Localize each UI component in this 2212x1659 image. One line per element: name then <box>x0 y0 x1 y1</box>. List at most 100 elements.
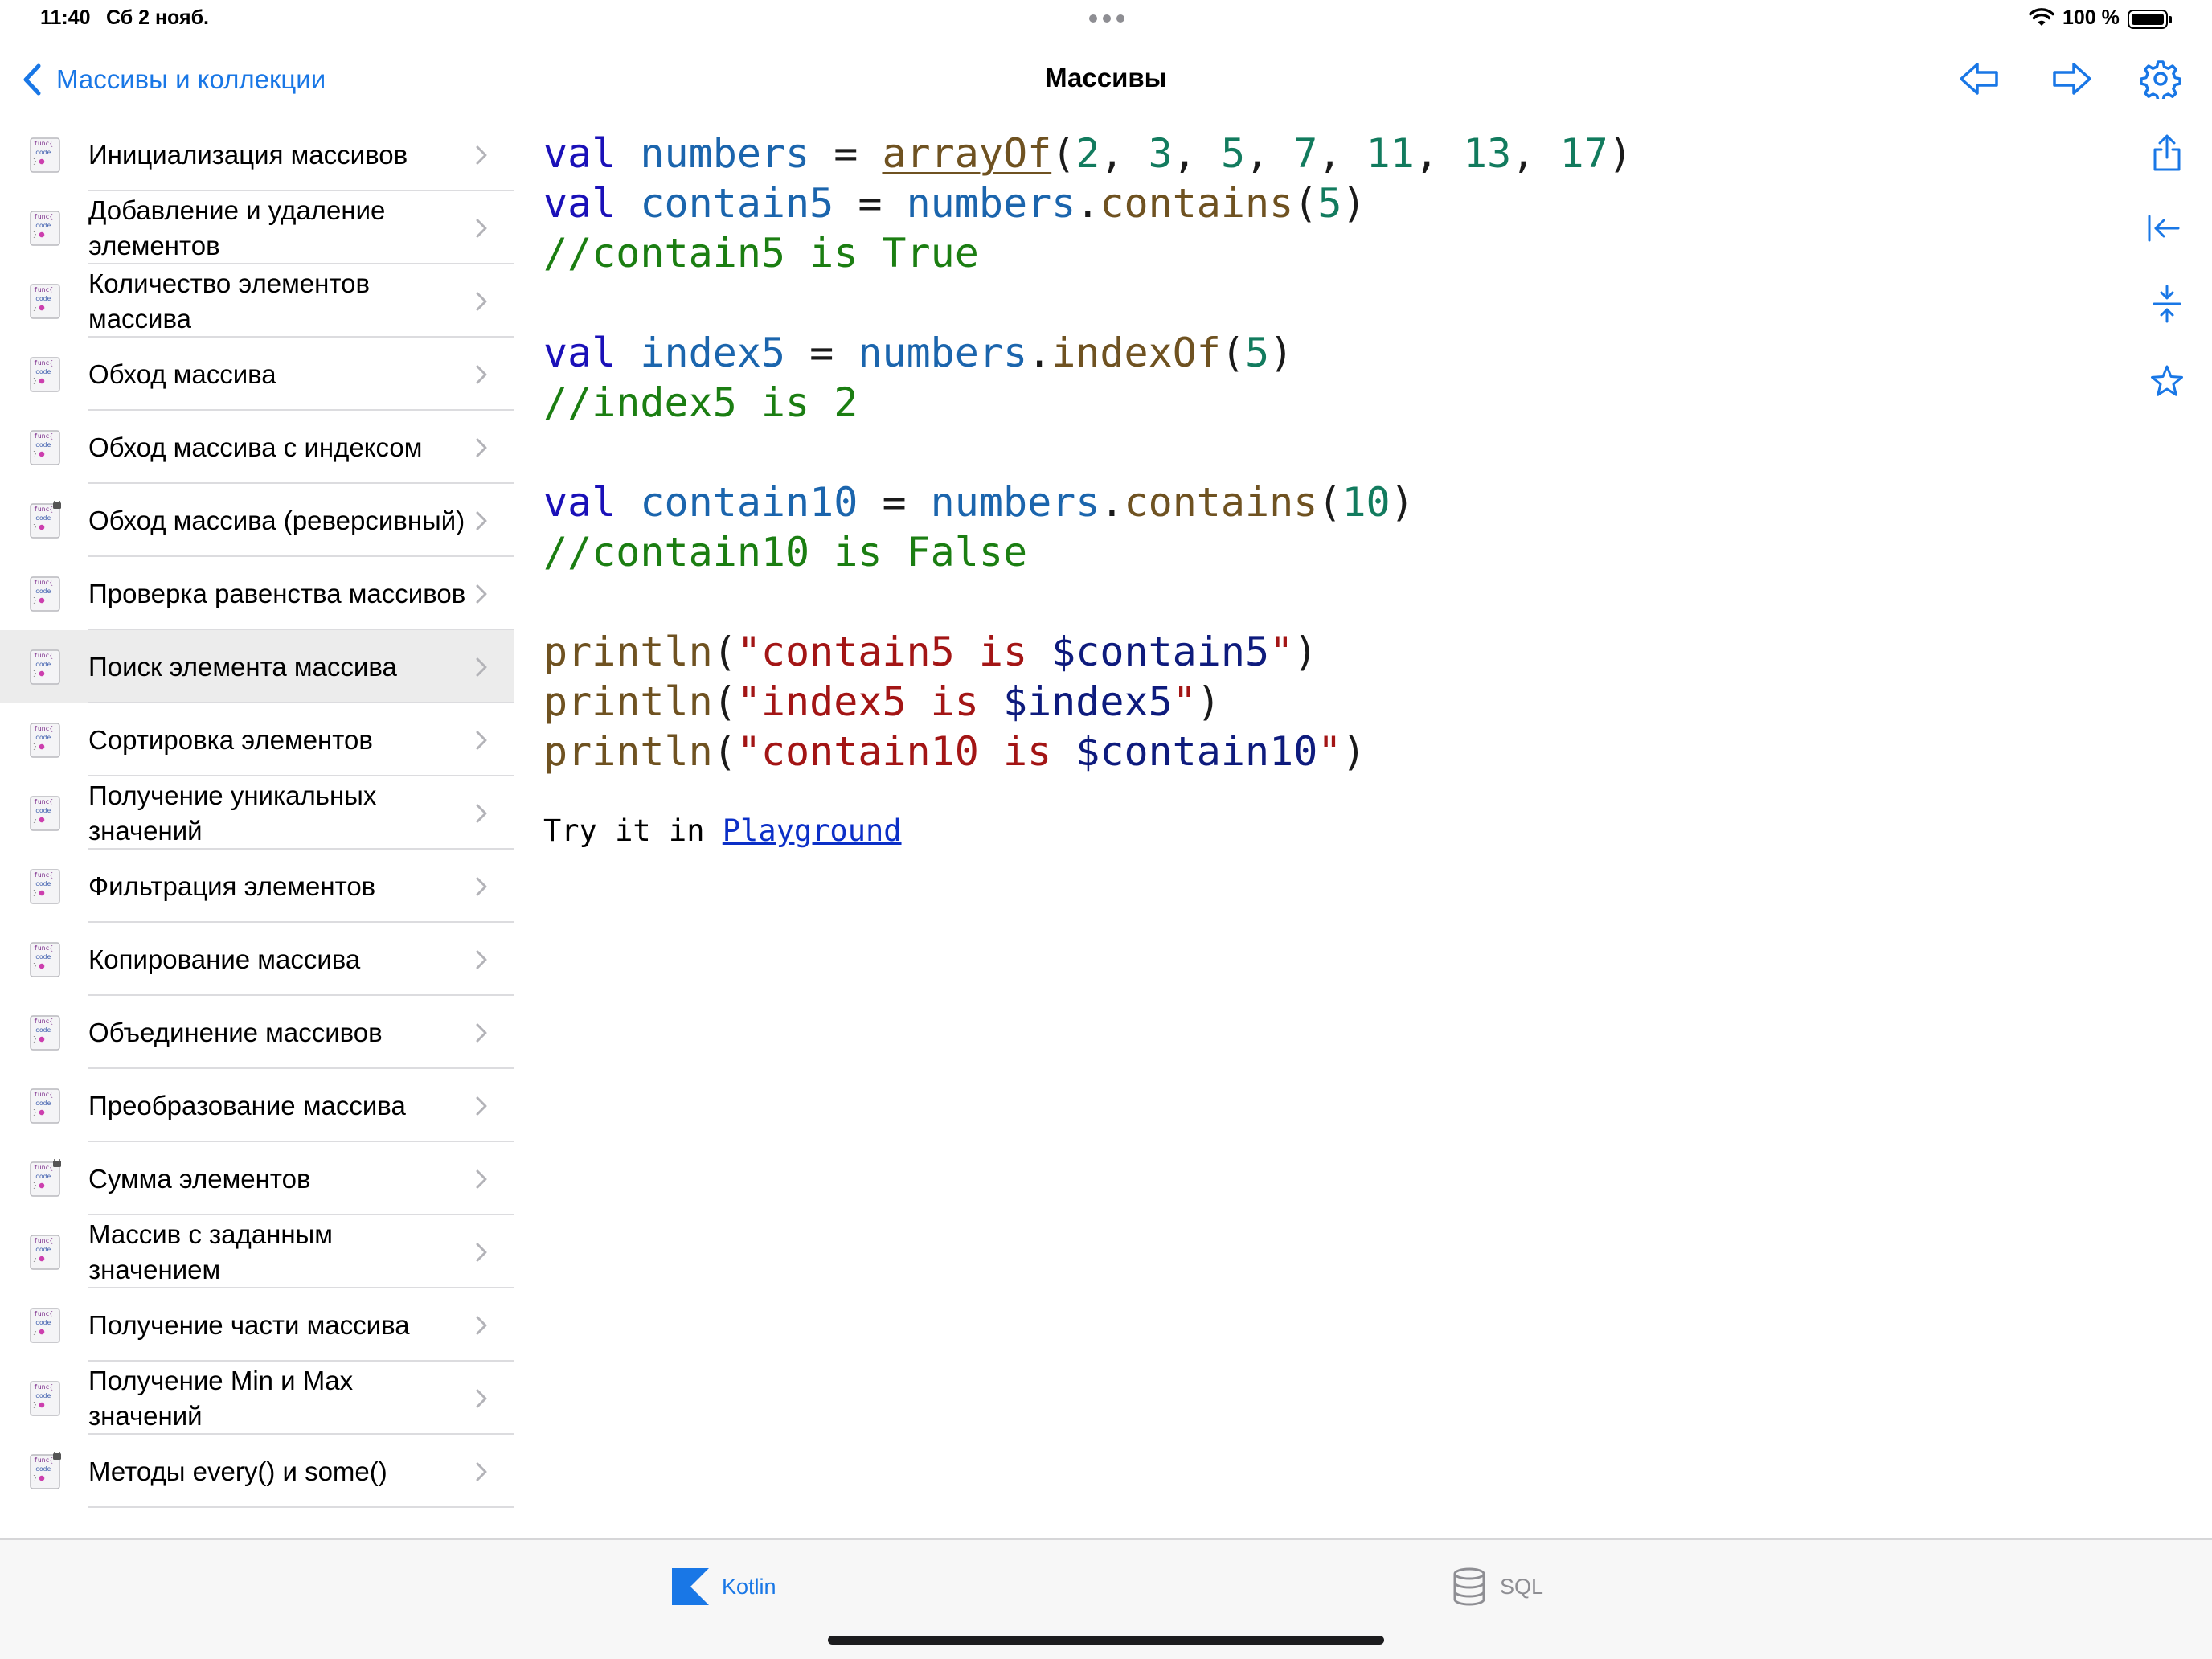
svg-text:}: } <box>33 743 37 750</box>
svg-text:func{: func{ <box>34 1164 53 1171</box>
code-token: 3 <box>1148 130 1173 177</box>
sidebar-item-label: Инициализация массивов <box>88 139 408 170</box>
svg-text:}: } <box>33 889 37 896</box>
wifi-icon <box>2029 8 2054 26</box>
svg-text:func{: func{ <box>34 1018 53 1025</box>
code-token: 5 <box>1317 180 1342 227</box>
svg-text:code: code <box>35 441 51 449</box>
back-button-label: Массивы и коллекции <box>56 64 326 94</box>
code-token: = <box>809 130 883 177</box>
code-token: 10 <box>1342 479 1391 526</box>
sidebar-item[interactable]: func{code} Получение части массива <box>0 1288 514 1362</box>
next-page-button[interactable] <box>2046 53 2098 104</box>
sidebar-item-label: Массив с заданным значением <box>88 1219 333 1284</box>
code-line: //contain10 is False <box>543 527 1632 577</box>
code-token: 2 <box>1075 130 1100 177</box>
chevron-right-icon <box>476 804 487 823</box>
favorite-button[interactable] <box>2141 355 2193 407</box>
sidebar-item[interactable]: func{code} Инициализация массивов <box>0 118 514 191</box>
svg-text:}: } <box>33 1474 37 1481</box>
sidebar-item[interactable]: func{code} Добавление и удаление элементо… <box>0 191 514 264</box>
kotlin-logo-icon <box>672 1568 709 1605</box>
code-token: ) <box>1269 330 1294 376</box>
sidebar-item[interactable]: func{code} Преобразование массива <box>0 1069 514 1142</box>
chevron-right-icon <box>476 584 487 604</box>
func-code-icon: func{code} <box>30 1452 61 1489</box>
sidebar-item[interactable]: func{code} Сортировка элементов <box>0 703 514 776</box>
arrow-right-icon <box>2053 63 2091 95</box>
svg-text:func{: func{ <box>34 213 53 220</box>
code-token: , <box>1511 130 1560 177</box>
svg-text:code: code <box>35 880 51 887</box>
sidebar-item[interactable]: func{code} Получение Min и Max значений <box>0 1362 514 1435</box>
sidebar-item[interactable]: func{code} Проверка равенства массивов <box>0 557 514 630</box>
chevron-right-icon <box>476 731 487 750</box>
svg-text:func{: func{ <box>34 1091 53 1098</box>
svg-text:code: code <box>35 1465 51 1473</box>
code-token: ) <box>1293 629 1318 675</box>
sidebar-item-label: Копирование массива <box>88 944 361 974</box>
code-token: 17 <box>1559 130 1608 177</box>
sidebar-item[interactable]: func{code} Объединение массивов <box>0 996 514 1069</box>
playground-link[interactable]: Playground <box>723 813 902 848</box>
code-token: contain10 <box>640 479 858 526</box>
svg-text:code: code <box>35 588 51 595</box>
svg-text:func{: func{ <box>34 1237 53 1244</box>
sidebar-item[interactable]: func{code} Количество элементов массива <box>0 264 514 338</box>
sidebar-item[interactable]: func{code} Массив с заданным значением <box>0 1215 514 1288</box>
code-token: val <box>543 479 616 526</box>
sidebar-item[interactable]: func{code} Получение уникальных значений <box>0 776 514 850</box>
svg-text:func{: func{ <box>34 286 53 293</box>
sidebar-item[interactable]: func{code} Фильтрация элементов <box>0 850 514 923</box>
sidebar-item-label: Добавление и удаление элементов <box>88 195 386 260</box>
svg-text:func{: func{ <box>34 871 53 879</box>
sidebar-item-label: Объединение массивов <box>88 1017 383 1047</box>
tab-kotlin[interactable]: Kotlin <box>672 1563 776 1611</box>
code-token: numbers <box>858 330 1028 376</box>
code-token: //index5 is 2 <box>543 379 858 426</box>
sidebar-list[interactable]: func{code} Инициализация массивов func{cod… <box>0 118 514 1538</box>
sidebar-item[interactable]: func{code} Обход массива (реверсивный) <box>0 484 514 557</box>
settings-button[interactable] <box>2135 53 2186 104</box>
code-line: println("contain5 is $contain5") <box>543 627 1632 677</box>
text-size-button[interactable] <box>2141 278 2193 330</box>
sidebar-item-label: Поиск элемента массива <box>88 651 397 682</box>
sidebar-item[interactable]: func{code} Поиск элемента массива <box>0 630 514 703</box>
prev-page-button[interactable] <box>1953 53 2005 104</box>
home-indicator[interactable] <box>828 1636 1384 1645</box>
code-token: 7 <box>1293 130 1318 177</box>
sidebar-item[interactable]: func{code} Методы every() и some() <box>0 1435 514 1508</box>
svg-text:code: code <box>35 368 51 375</box>
battery-icon <box>2128 10 2172 29</box>
sidebar-item[interactable]: func{code} Обход массива <box>0 338 514 411</box>
svg-text:}: } <box>33 304 37 311</box>
status-time: 11:40 <box>40 6 91 29</box>
compress-vertical-icon <box>2153 285 2181 323</box>
sidebar-item[interactable]: func{code} Копирование массива <box>0 923 514 996</box>
code-line: //index5 is 2 <box>543 378 1632 428</box>
svg-text:code: code <box>35 222 51 229</box>
sidebar-item-label: Сумма элементов <box>88 1163 311 1194</box>
svg-text:code: code <box>35 1100 51 1107</box>
back-button[interactable]: Массивы и коллекции <box>18 59 326 100</box>
code-token: numbers <box>906 180 1076 227</box>
svg-text:}: } <box>33 377 37 384</box>
sidebar-item[interactable]: func{code} Сумма элементов <box>0 1142 514 1215</box>
code-token: ( <box>1051 130 1076 177</box>
code-line: println("index5 is $index5") <box>543 677 1632 727</box>
gear-icon <box>2140 60 2181 99</box>
share-button[interactable] <box>2141 127 2193 178</box>
status-bar: 11:40 Сб 2 нояб. 100 % <box>0 0 2212 39</box>
multitasking-dots-icon[interactable] <box>1089 14 1124 23</box>
collapse-sidebar-button[interactable] <box>2138 203 2189 254</box>
code-token: println <box>543 728 713 775</box>
svg-text:}: } <box>33 596 37 604</box>
code-token: , <box>1414 130 1464 177</box>
tab-sql[interactable]: SQL <box>1452 1563 1543 1611</box>
svg-text:}: } <box>33 450 37 457</box>
sidebar-item[interactable]: func{code} Обход массива с индексом <box>0 411 514 484</box>
chevron-right-icon <box>476 950 487 969</box>
